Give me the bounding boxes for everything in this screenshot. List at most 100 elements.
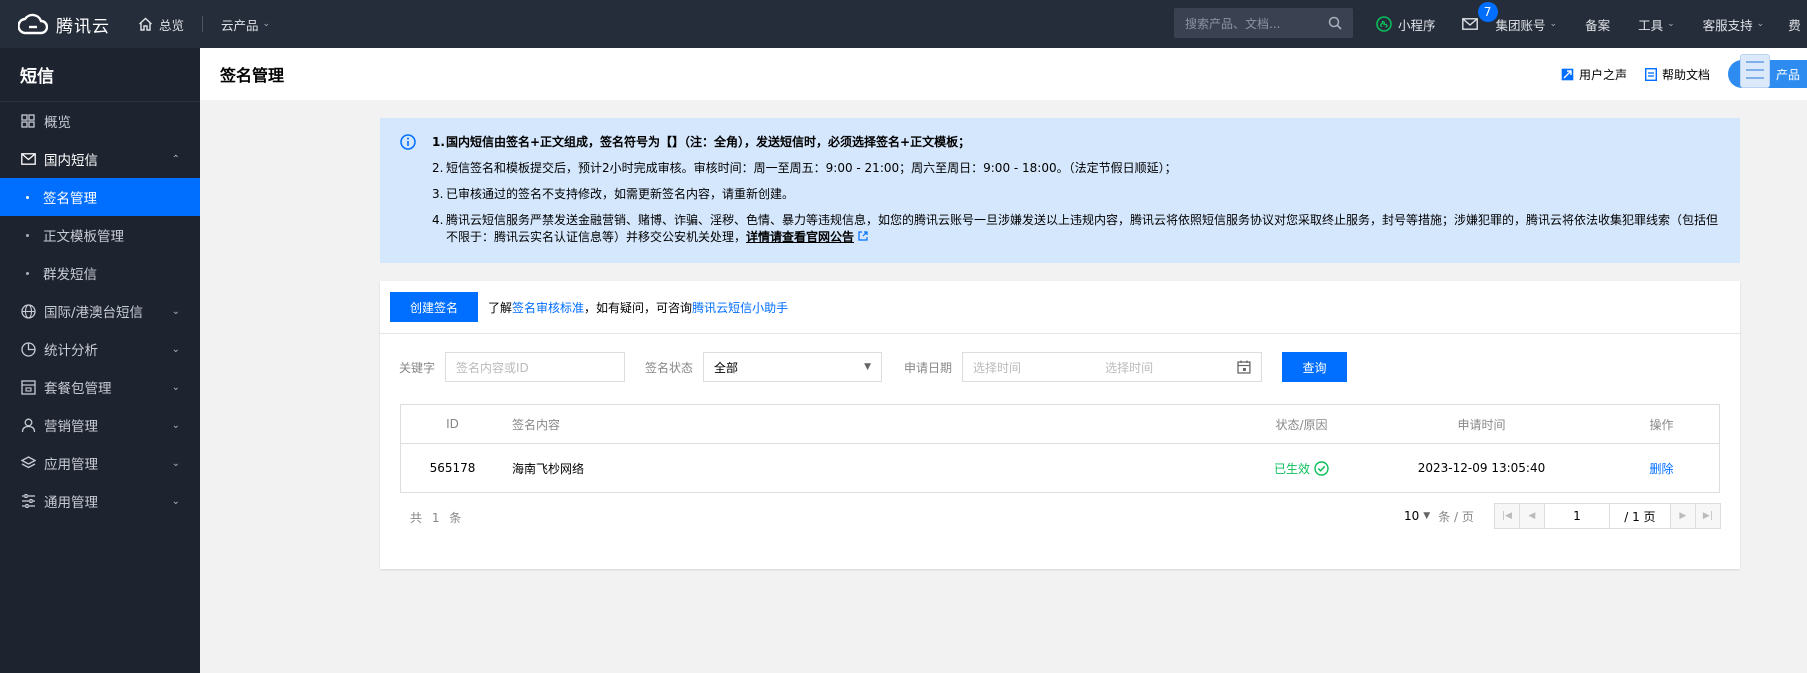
alert-line-number: 2.	[432, 161, 444, 175]
sidebar-item-applications[interactable]: 应用管理 ⌄	[0, 444, 200, 482]
create-signature-button[interactable]: 创建签名	[390, 292, 479, 322]
alert-line-text: 国内短信由签名+正文组成，签名符号为【】（注：全角），发送短信时，必须选择签名+…	[446, 135, 971, 149]
keyword-input[interactable]: 签名内容或ID	[445, 352, 626, 382]
page-navigator: |◀ ◀ 1 / 1 页 ▶ ▶|	[1493, 503, 1721, 529]
product-intro-button[interactable]: 产品	[1728, 54, 1807, 88]
document-illustration-icon	[1740, 54, 1770, 88]
cell-status: 已生效	[1244, 460, 1359, 477]
layers-icon	[20, 455, 36, 471]
message-center-button[interactable]: 7	[1461, 2, 1498, 30]
tools-dropdown[interactable]: 工具 ⌄	[1638, 15, 1675, 34]
chevron-down-icon: ⌄	[171, 343, 180, 355]
alert-line-body: 腾讯云短信服务严禁发送金融营销、赌博、诈骗、淫秽、色情、暴力等违规信息，如您的腾…	[446, 213, 1719, 244]
official-announcement-link[interactable]: 详情请查看官网公告	[746, 230, 854, 244]
sidebar-item-statistics[interactable]: 统计分析 ⌄	[0, 330, 200, 368]
mail-icon	[1461, 18, 1478, 30]
top-navigation-bar: 腾讯云 总览 云产品 ⌄ 搜索产品、文档... 小程序 7 集团账号 ⌄ 备案 …	[0, 0, 1807, 48]
bullet-dot	[26, 195, 29, 199]
sidebar-subitem-signature[interactable]: 签名管理	[0, 178, 200, 216]
review-standard-link[interactable]: 签名审核标准	[512, 301, 584, 315]
query-button[interactable]: 查询	[1282, 352, 1348, 382]
sidebar-item-label: 统计分析	[44, 343, 98, 359]
date-start-placeholder: 选择时间	[973, 360, 1022, 375]
nav-divider	[202, 16, 204, 32]
sidebar-item-label: 应用管理	[44, 457, 98, 473]
billing-label: 费	[1788, 17, 1801, 33]
delete-link[interactable]: 删除	[1649, 462, 1673, 476]
tencent-cloud-logo[interactable]: 腾讯云	[0, 12, 130, 37]
miniapp-link[interactable]: 小程序	[1376, 15, 1436, 34]
sidebar-item-domestic-sms[interactable]: 国内短信 ⌃	[0, 140, 200, 178]
sidebar-item-international-sms[interactable]: 国际/港澳台短信 ⌄	[0, 292, 200, 330]
top-search-box[interactable]: 搜索产品、文档...	[1174, 8, 1353, 38]
cell-time: 2023-12-09 13:05:40	[1417, 461, 1546, 475]
status-badge: 已生效	[1274, 460, 1329, 477]
column-header-content: 签名内容	[512, 417, 561, 432]
page-number-input[interactable]: 1	[1544, 504, 1610, 528]
user-voice-link[interactable]: 用户之声	[1561, 66, 1627, 83]
column-header-time: 申请时间	[1457, 417, 1506, 432]
help-docs-label: 帮助文档	[1662, 67, 1711, 82]
group-account-label: 集团账号	[1495, 17, 1546, 33]
last-page-icon[interactable]: ▶|	[1694, 504, 1720, 528]
column-header-operation: 操作	[1649, 417, 1674, 432]
sidebar-subitem-bulk-sms[interactable]: 群发短信	[0, 254, 200, 292]
status-select[interactable]: 全部 ▼	[703, 352, 883, 382]
alert-line: 1. 国内短信由签名+正文组成，签名符号为【】（注：全角），发送短信时，必须选择…	[432, 134, 1720, 151]
sidebar-item-label: 通用管理	[44, 495, 98, 511]
external-link-icon[interactable]	[858, 231, 868, 241]
sidebar-item-general[interactable]: 通用管理 ⌄	[0, 482, 200, 520]
cell-operation: 删除	[1604, 460, 1719, 477]
page-size-unit: 条 / 页	[1438, 509, 1474, 524]
alert-line: 3. 已审核通过的签名不支持修改，如需更新签名内容，请重新创建。	[432, 186, 1720, 203]
support-dropdown[interactable]: 客服支持 ⌄	[1703, 15, 1765, 34]
product-intro-label: 产品	[1776, 67, 1801, 82]
alert-line: 4. 腾讯云短信服务严禁发送金融营销、赌博、诈骗、淫秽、色情、暴力等违规信息，如…	[432, 212, 1720, 246]
prev-page-icon[interactable]: ◀	[1519, 504, 1545, 528]
nav-products-dropdown[interactable]: 云产品 ⌄	[221, 15, 270, 34]
column-header-id: ID	[446, 417, 459, 431]
bullet-dot	[26, 271, 29, 275]
miniapp-label: 小程序	[1398, 17, 1436, 33]
sidebar-subitem-label: 签名管理	[43, 191, 97, 207]
sidebar-item-label: 套餐包管理	[44, 381, 112, 397]
help-docs-link[interactable]: 帮助文档	[1645, 66, 1710, 83]
chevron-down-icon: ⌄	[262, 19, 271, 29]
sidebar-item-package[interactable]: 套餐包管理 ⌄	[0, 368, 200, 406]
sidebar-item-label: 国内短信	[44, 153, 98, 169]
search-icon[interactable]	[1328, 16, 1342, 30]
next-page-icon[interactable]: ▶	[1669, 504, 1695, 528]
beian-link[interactable]: 备案	[1585, 15, 1610, 34]
calendar-icon	[1237, 360, 1251, 374]
sidebar: 短信 概览 国内短信 ⌃ 签名管理 正文模板管理 群发短信 国际/港澳台短信 ⌄	[0, 48, 200, 673]
chevron-down-icon: ⌄	[1756, 19, 1765, 29]
nav-overview-label: 总览	[159, 17, 185, 33]
alert-line-number: 3.	[432, 187, 444, 201]
signature-table: ID 签名内容 状态/原因 申请时间 操作 565178 海南飞杪网络 已生效 …	[400, 404, 1720, 493]
date-range-picker[interactable]: 选择时间 选择时间	[962, 352, 1263, 382]
page-size-select[interactable]: 10 ▼ 条 / 页	[1404, 508, 1494, 525]
sliders-icon	[20, 493, 36, 509]
cloud-logo-icon	[18, 13, 48, 35]
pie-chart-icon	[20, 341, 36, 357]
status-selected-value: 全部	[714, 360, 739, 375]
sms-assistant-link[interactable]: 腾讯云短信小助手	[692, 301, 788, 315]
card-toolbar: 创建签名 了解签名审核标准，如有疑问，可咨询腾讯云短信小助手	[380, 281, 1740, 334]
sidebar-item-marketing[interactable]: 营销管理 ⌄	[0, 406, 200, 444]
nav-overview-link[interactable]: 总览	[138, 15, 184, 34]
group-account-dropdown[interactable]: 集团账号 ⌄	[1496, 15, 1558, 34]
beian-label: 备案	[1585, 17, 1611, 33]
page-size-value: 10	[1404, 509, 1420, 523]
alert-line: 2. 短信签名和模板提交后，预计2小时完成审核。审核时间：周一至周五：9:00 …	[432, 160, 1720, 177]
sidebar-subitem-template[interactable]: 正文模板管理	[0, 216, 200, 254]
date-end-placeholder: 选择时间	[1105, 360, 1154, 375]
bullet-dot	[26, 233, 29, 237]
first-page-icon[interactable]: |◀	[1494, 504, 1520, 528]
alert-line-number: 1.	[432, 135, 445, 149]
alert-line-text: 已审核通过的签名不支持修改，如需更新签名内容，请重新创建。	[446, 187, 795, 201]
chevron-down-icon: ⌄	[171, 305, 180, 317]
nav-products-label: 云产品	[221, 17, 259, 33]
chevron-down-icon: ⌄	[171, 495, 180, 507]
sidebar-item-overview[interactable]: 概览	[0, 102, 200, 140]
billing-link[interactable]: 费	[1788, 15, 1801, 34]
